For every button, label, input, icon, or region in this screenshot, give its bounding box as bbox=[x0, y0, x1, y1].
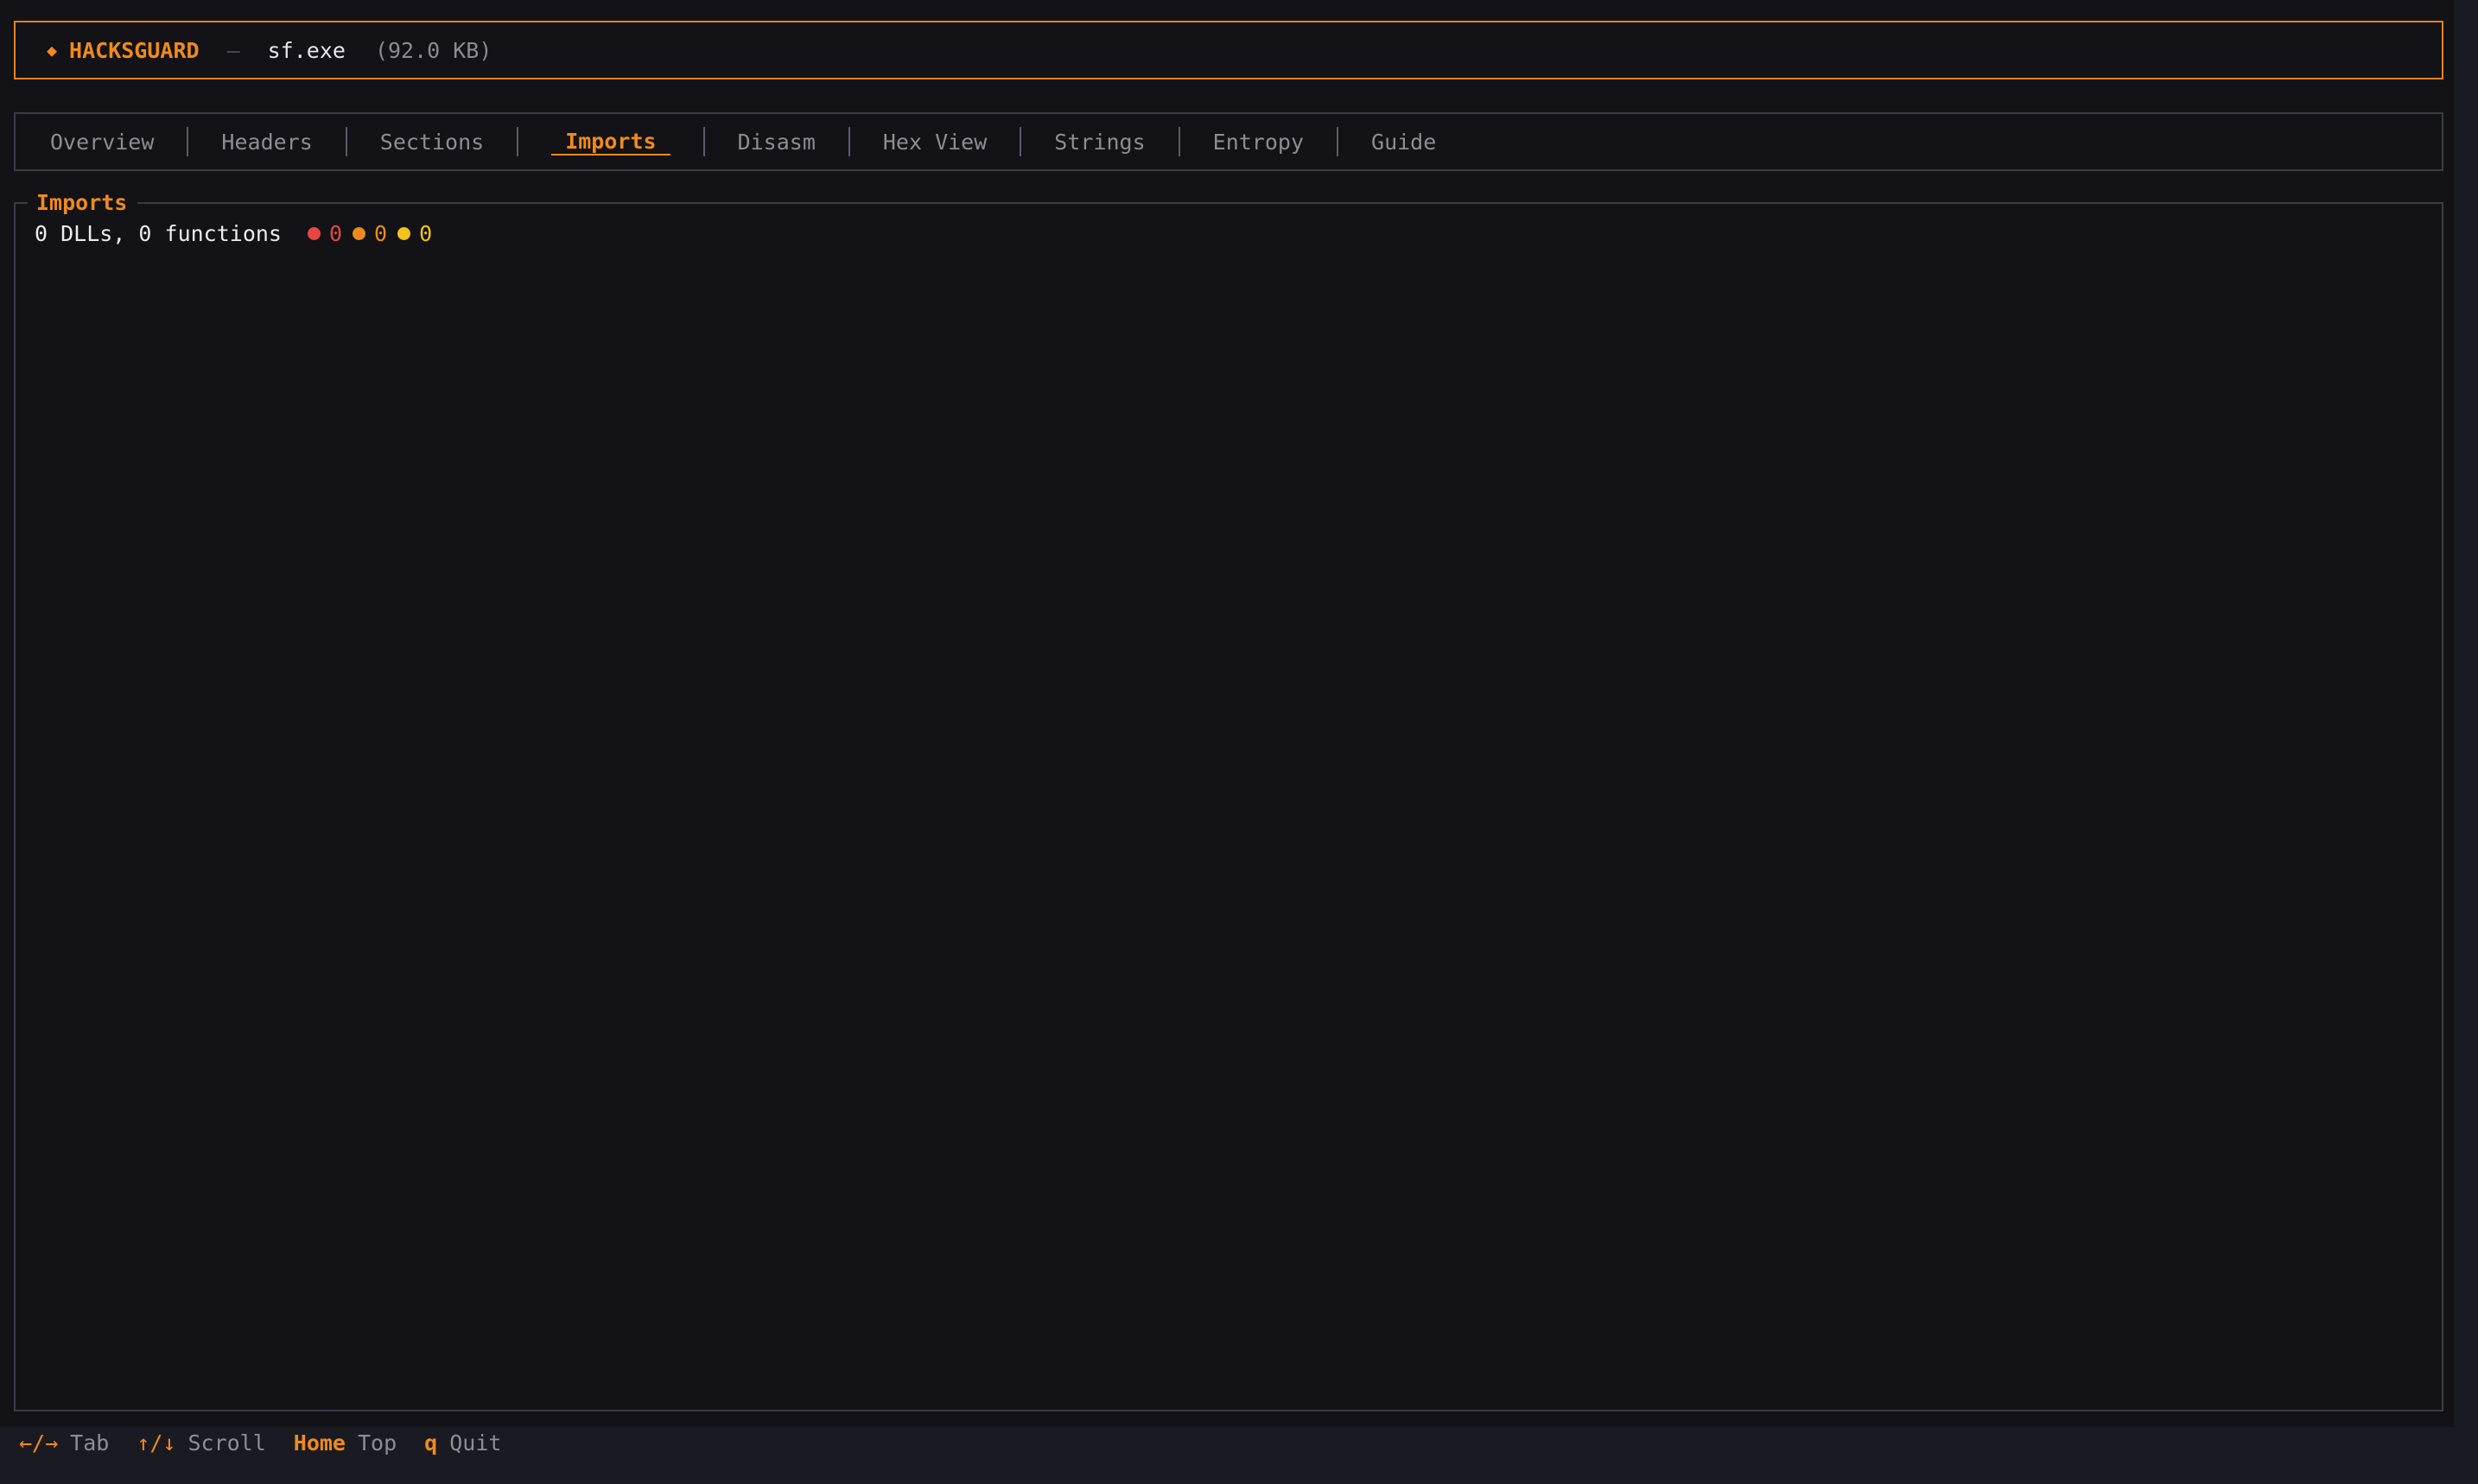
tab-strings[interactable]: Strings bbox=[1054, 130, 1145, 155]
panel-title: Imports bbox=[28, 192, 138, 214]
tab-entropy[interactable]: Entropy bbox=[1213, 130, 1304, 155]
imports-summary-text: 0 DLLs, 0 functions bbox=[35, 221, 282, 246]
hint-action: Scroll bbox=[187, 1430, 266, 1455]
high-dot-icon bbox=[353, 227, 366, 240]
diamond-icon: ◆ bbox=[47, 40, 58, 60]
hint-key: ↑/↓ bbox=[137, 1430, 176, 1455]
hint-key: ←/→ bbox=[19, 1430, 59, 1455]
hint-action: Tab bbox=[70, 1430, 110, 1455]
file-name: sf.exe bbox=[267, 37, 346, 63]
tab-divider bbox=[1178, 127, 1180, 156]
tab-disasm[interactable]: Disasm bbox=[738, 130, 816, 155]
tab-sections[interactable]: Sections bbox=[380, 130, 484, 155]
file-size: (92.0 KB) bbox=[374, 37, 492, 63]
tab-imports[interactable]: Imports bbox=[551, 129, 670, 155]
title-separator: — bbox=[226, 37, 240, 63]
app-window: ◆ HACKSGUARD — sf.exe (92.0 KB) Overview… bbox=[0, 0, 2454, 1427]
tab-divider bbox=[702, 127, 705, 156]
tab-divider bbox=[848, 127, 850, 156]
high-count: 0 bbox=[374, 221, 388, 246]
tab-hex-view[interactable]: Hex View bbox=[883, 130, 987, 155]
tab-divider bbox=[187, 127, 189, 156]
hint-action: Quit bbox=[449, 1430, 502, 1455]
medium-count: 0 bbox=[419, 221, 433, 246]
imports-summary: 0 DLLs, 0 functions 0 0 0 bbox=[35, 221, 442, 246]
imports-panel: Imports 0 DLLs, 0 functions 0 0 0 bbox=[14, 192, 2443, 1411]
tab-divider bbox=[1020, 127, 1022, 156]
critical-count: 0 bbox=[328, 221, 343, 246]
app-brand: HACKSGUARD bbox=[69, 37, 200, 63]
tab-divider bbox=[345, 127, 347, 156]
hint-key: q bbox=[424, 1430, 438, 1455]
tab-divider bbox=[1337, 127, 1339, 156]
tab-overview[interactable]: Overview bbox=[50, 130, 154, 155]
tab-guide[interactable]: Guide bbox=[1371, 130, 1436, 155]
tab-headers[interactable]: Headers bbox=[221, 130, 312, 155]
tab-divider bbox=[517, 127, 519, 156]
medium-dot-icon bbox=[397, 227, 411, 240]
title-bar: ◆ HACKSGUARD — sf.exe (92.0 KB) bbox=[14, 21, 2443, 79]
hint-key: Home bbox=[293, 1430, 346, 1455]
keybinding-footer: ←/→ Tab ↑/↓ Scroll Home Top q Quit bbox=[19, 1427, 529, 1458]
critical-dot-icon bbox=[307, 227, 321, 240]
hint-action: Top bbox=[358, 1430, 397, 1455]
tab-bar: Overview Headers Sections Imports Disasm Hex … bbox=[14, 112, 2443, 171]
